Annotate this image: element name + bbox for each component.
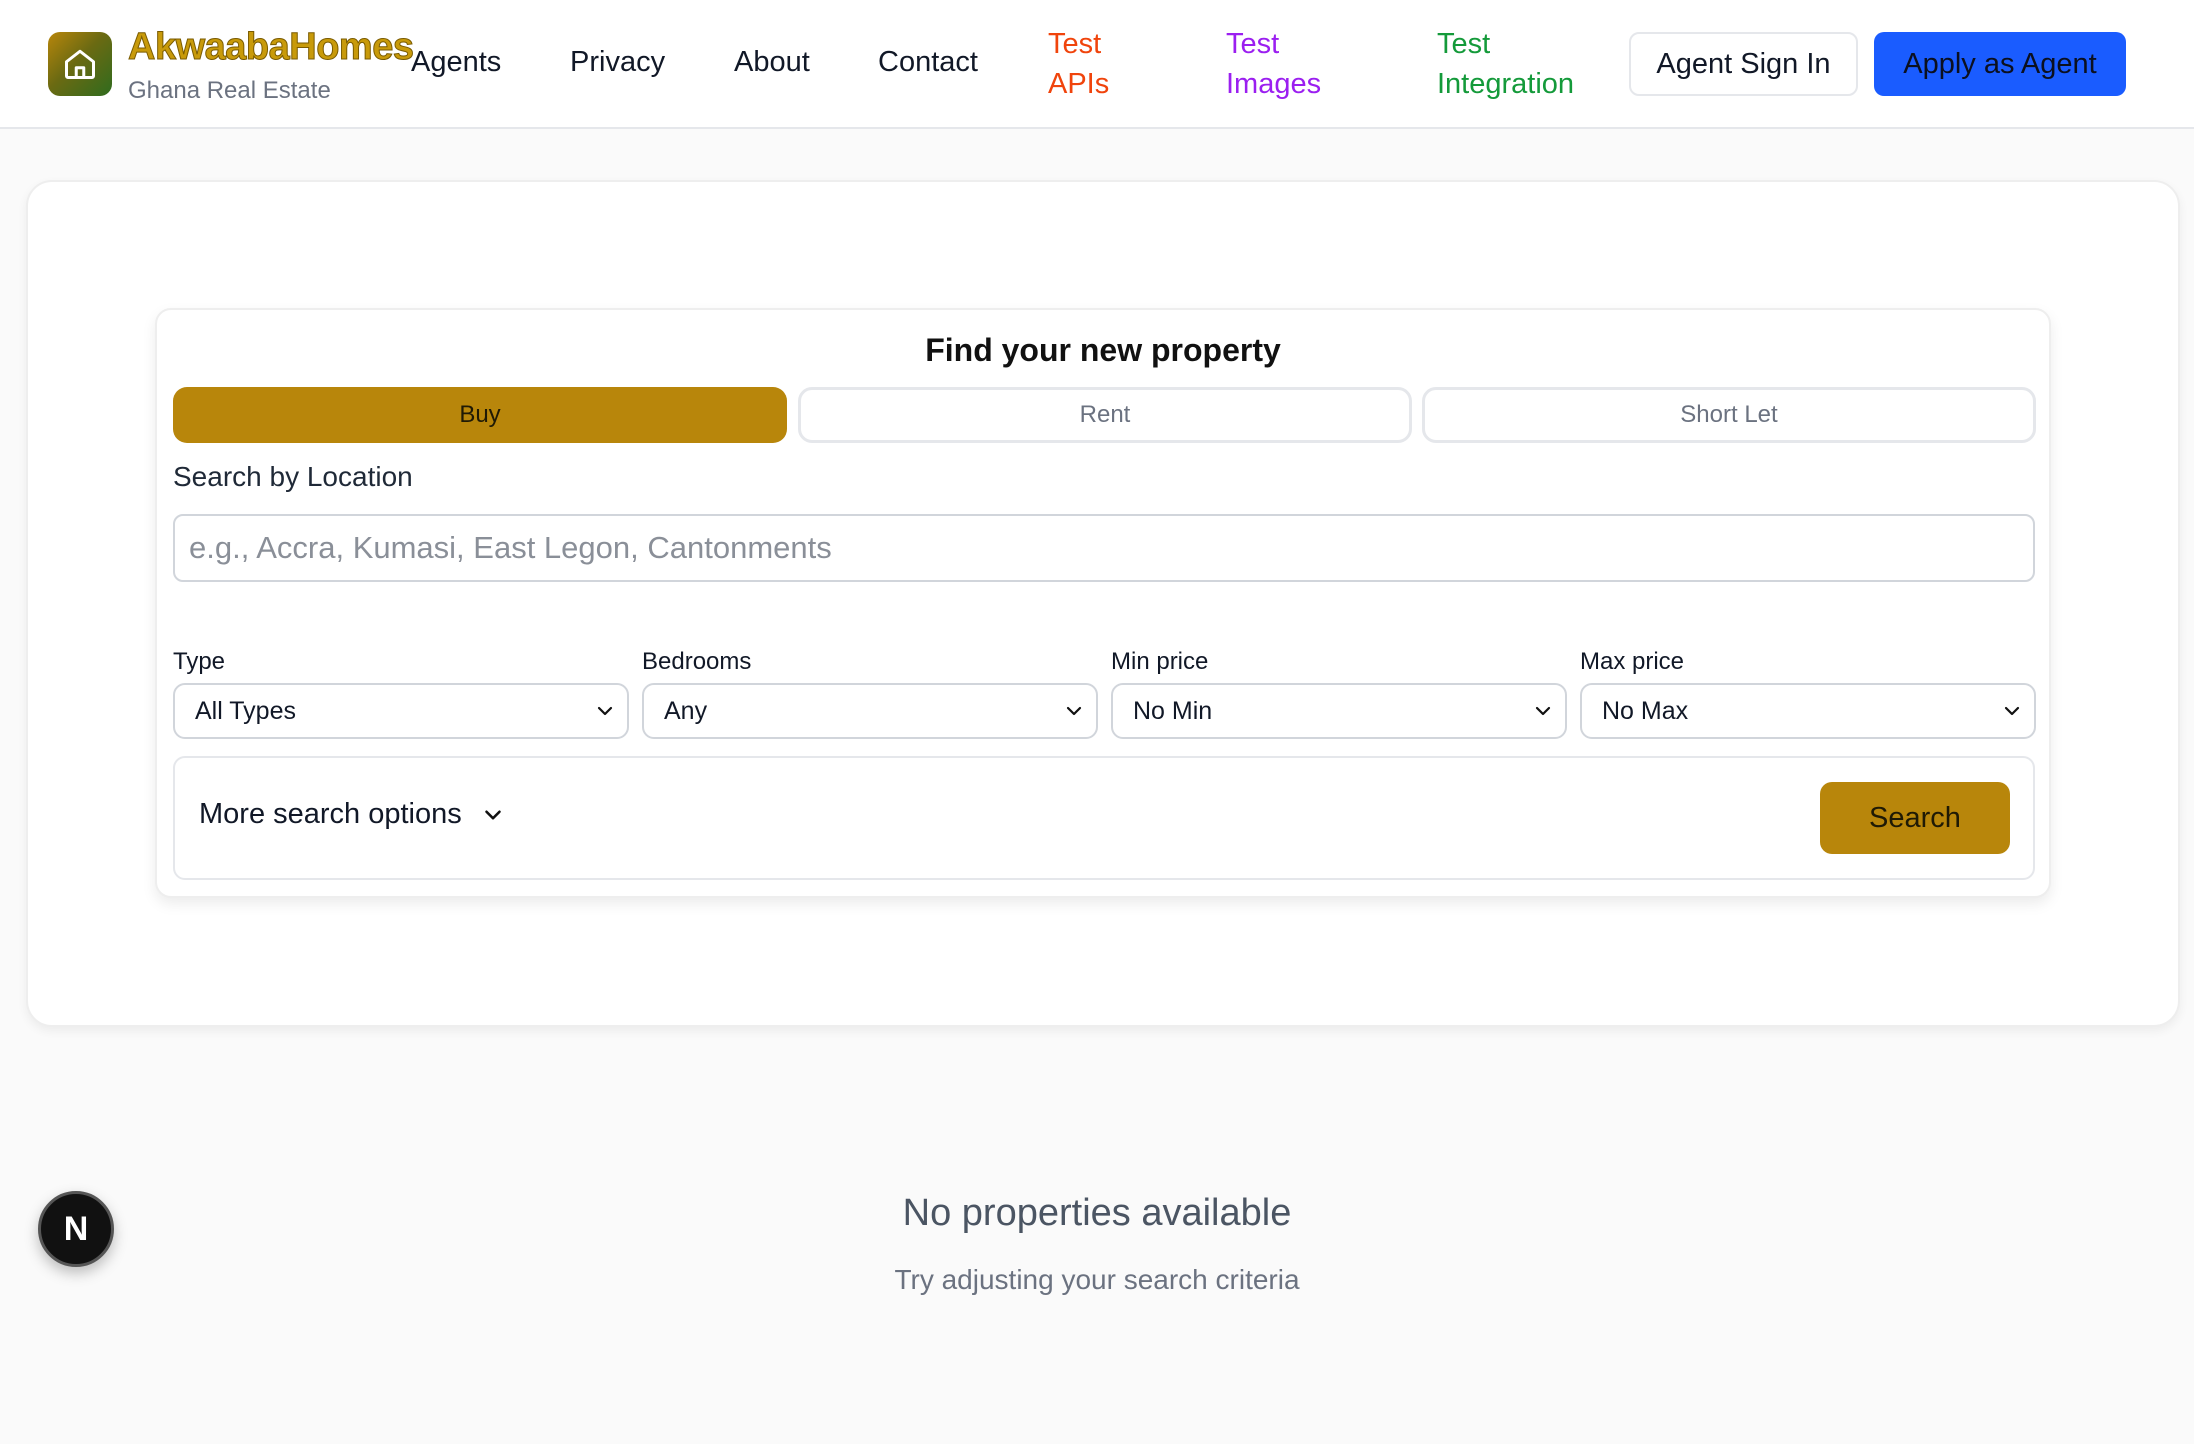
chevron-down-icon bbox=[1535, 706, 1551, 716]
min-price-select-value: No Min bbox=[1133, 696, 1213, 725]
max-price-select[interactable]: No Max bbox=[1580, 683, 2036, 739]
nav-test-apis-line1: Test bbox=[1048, 28, 1102, 60]
brand-logo[interactable] bbox=[48, 32, 112, 96]
chevron-down-icon bbox=[2004, 706, 2020, 716]
agent-sign-in-button[interactable]: Agent Sign In bbox=[1629, 32, 1858, 96]
empty-state-subtitle: Try adjusting your search criteria bbox=[894, 1264, 1300, 1295]
search-button[interactable]: Search bbox=[1820, 782, 2010, 854]
brand-name[interactable]: AkwaabaHomes bbox=[127, 26, 414, 69]
nav-test-images-line2: Images bbox=[1226, 68, 1322, 100]
nav-test-images-line1: Test bbox=[1226, 28, 1280, 60]
type-select[interactable]: All Types bbox=[173, 683, 629, 739]
dev-tools-badge[interactable]: N bbox=[38, 1191, 114, 1267]
type-label: Type bbox=[173, 648, 226, 675]
max-price-select-value: No Max bbox=[1602, 696, 1689, 725]
nav-test-integration[interactable]: Test Integration bbox=[1437, 24, 1574, 104]
more-search-options-toggle[interactable]: More search options bbox=[199, 798, 506, 831]
nav-contact[interactable]: Contact bbox=[878, 46, 978, 79]
bedrooms-select-value: Any bbox=[664, 696, 708, 725]
tab-rent[interactable]: Rent bbox=[798, 387, 1412, 443]
nav-test-integration-line1: Test bbox=[1437, 28, 1491, 60]
more-search-options-label: More search options bbox=[199, 798, 462, 830]
bedrooms-select[interactable]: Any bbox=[642, 683, 1098, 739]
search-title: Find your new property bbox=[925, 332, 1281, 368]
tab-short-let[interactable]: Short Let bbox=[1422, 387, 2036, 443]
chevron-down-icon bbox=[1066, 706, 1082, 716]
location-label: Search by Location bbox=[173, 461, 413, 492]
location-search-input[interactable] bbox=[173, 514, 2035, 582]
bedrooms-label: Bedrooms bbox=[642, 648, 752, 675]
search-panel: Find your new property Buy Rent Short Le… bbox=[155, 308, 2051, 898]
min-price-label: Min price bbox=[1111, 648, 1209, 675]
nav-test-apis-line2: APIs bbox=[1048, 68, 1110, 100]
site-header: AkwaabaHomes Ghana Real Estate Agents Pr… bbox=[0, 0, 2194, 129]
brand-tagline: Ghana Real Estate bbox=[128, 77, 331, 104]
nav-test-images[interactable]: Test Images bbox=[1226, 24, 1321, 104]
max-price-label: Max price bbox=[1580, 648, 1685, 675]
nav-about[interactable]: About bbox=[734, 46, 810, 79]
chevron-down-icon bbox=[484, 809, 501, 820]
chevron-down-icon bbox=[597, 706, 613, 716]
home-icon bbox=[65, 49, 95, 79]
more-options-box: More search options Search bbox=[173, 756, 2035, 880]
type-select-value: All Types bbox=[195, 696, 296, 725]
nav-privacy[interactable]: Privacy bbox=[570, 46, 665, 79]
nav-agents[interactable]: Agents bbox=[411, 46, 501, 79]
tab-buy[interactable]: Buy bbox=[173, 387, 787, 443]
empty-state-title: No properties available bbox=[902, 1192, 1292, 1234]
apply-as-agent-button[interactable]: Apply as Agent bbox=[1874, 32, 2126, 96]
nav-test-integration-line2: Integration bbox=[1437, 68, 1575, 100]
min-price-select[interactable]: No Min bbox=[1111, 683, 1567, 739]
nav-test-apis[interactable]: Test APIs bbox=[1048, 24, 1109, 104]
